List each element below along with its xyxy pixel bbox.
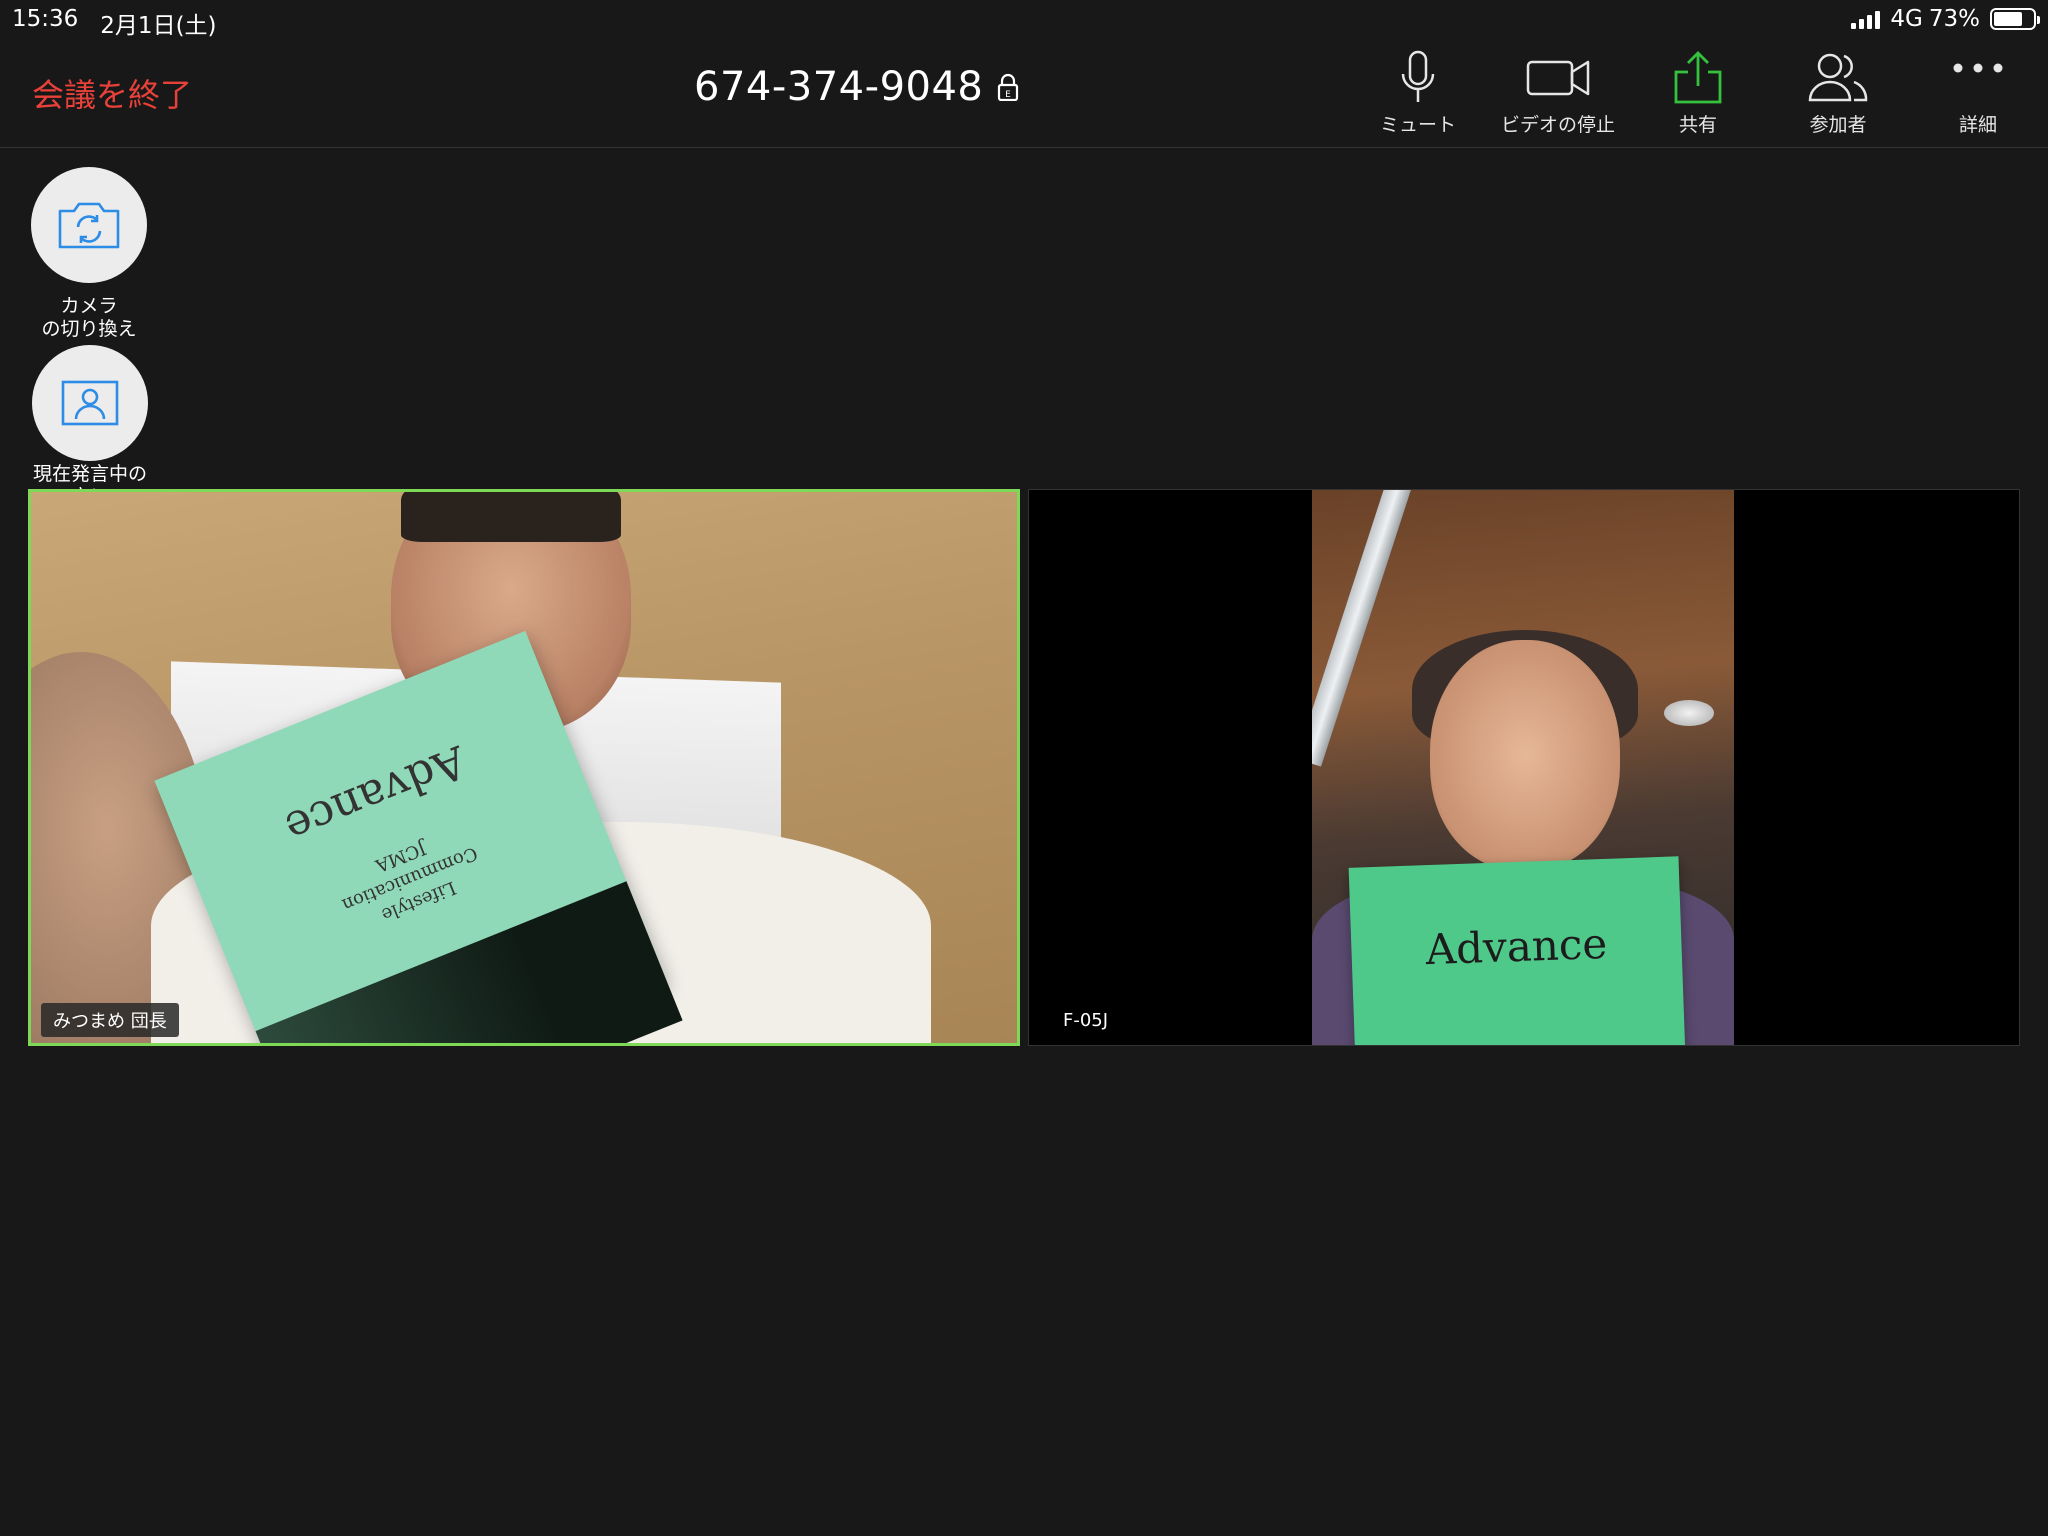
lock-icon[interactable]: E xyxy=(997,73,1019,102)
video-feed: Advance xyxy=(1312,490,1734,1045)
switch-camera-label: カメラ の切り換え xyxy=(41,295,137,340)
share-label: 共有 xyxy=(1678,114,1717,136)
status-left: 15:36 2月1日(土) xyxy=(12,6,217,40)
meeting-header: 会議を終了 674-374-9048 E ミュート ビデオの停止 共有 参加者 … xyxy=(0,40,2048,148)
status-date: 2月1日(土) xyxy=(100,13,217,39)
meeting-id-group: 674-374-9048 E xyxy=(694,64,1019,110)
status-right: 4G 73% xyxy=(1851,6,2040,32)
book-prop: Advance xyxy=(1348,856,1686,1045)
more-button[interactable]: 詳細 xyxy=(1908,50,2048,140)
speaker-view-icon xyxy=(61,380,119,426)
video-feed: Advance Lifestyle Communication JCMA xyxy=(31,492,1017,1043)
switch-camera-button[interactable]: カメラ の切り換え xyxy=(31,167,147,341)
switch-camera-circle[interactable] xyxy=(31,167,147,283)
mute-button[interactable]: ミュート xyxy=(1348,50,1488,140)
signal-icon xyxy=(1851,9,1881,29)
stop-video-label: ビデオの停止 xyxy=(1500,114,1615,136)
meeting-toolbar: ミュート ビデオの停止 共有 参加者 詳細 xyxy=(1348,50,2048,140)
mute-label: ミュート xyxy=(1379,114,1456,136)
lock-badge: E xyxy=(1006,90,1012,100)
share-icon xyxy=(1674,51,1722,104)
microphone-icon xyxy=(1401,50,1435,102)
end-meeting-button[interactable]: 会議を終了 xyxy=(32,70,192,116)
stop-video-button[interactable]: ビデオの停止 xyxy=(1488,50,1628,140)
more-icon xyxy=(1953,63,2003,73)
more-label: 詳細 xyxy=(1958,114,1997,136)
status-bar: 15:36 2月1日(土) 4G 73% xyxy=(0,0,2048,40)
meeting-id: 674-374-9048 xyxy=(694,64,984,110)
participants-icon xyxy=(1808,53,1868,102)
status-time: 15:36 xyxy=(12,6,79,32)
battery-icon xyxy=(1990,8,2040,30)
participant-name-tag: F-05J xyxy=(1063,1010,1109,1031)
network-type: 4G xyxy=(1890,6,1923,32)
active-speaker-circle[interactable] xyxy=(32,345,148,461)
battery-percent: 73% xyxy=(1928,6,1980,32)
video-tile[interactable]: Advance F-05J xyxy=(1028,489,2020,1046)
book-title: Advance xyxy=(1424,918,1608,975)
participants-button[interactable]: 参加者 xyxy=(1768,50,1908,140)
participants-label: 参加者 xyxy=(1809,114,1867,136)
video-camera-icon xyxy=(1526,60,1590,96)
camera-switch-icon xyxy=(58,202,120,249)
participant-name-tag: みつまめ 団長 xyxy=(41,1003,179,1037)
video-tile-active[interactable]: Advance Lifestyle Communication JCMA みつま… xyxy=(28,489,1020,1046)
share-button[interactable]: 共有 xyxy=(1628,50,1768,140)
